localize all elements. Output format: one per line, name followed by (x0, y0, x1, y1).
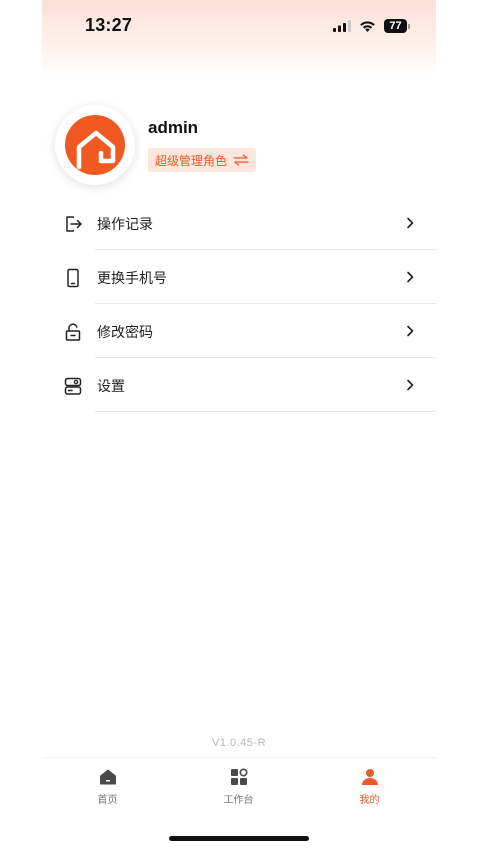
chevron-right-icon (407, 379, 414, 391)
menu-item-settings[interactable]: 设置 (42, 358, 436, 412)
house-logo-icon (76, 130, 116, 170)
tab-workbench[interactable]: 工作台 (173, 758, 304, 813)
user-icon (362, 769, 378, 785)
chevron-right-icon (407, 217, 414, 229)
menu-item-label: 设置 (97, 378, 125, 394)
battery-level: 77 (384, 19, 407, 33)
workbench-icon (231, 768, 248, 785)
divider (95, 411, 436, 412)
role-switch-badge[interactable]: 超级管理角色 (148, 148, 257, 172)
brand-logo (65, 115, 125, 175)
signal-icon (333, 20, 351, 32)
avatar[interactable] (55, 105, 135, 185)
menu-item-label: 修改密码 (97, 324, 153, 340)
home-icon (100, 769, 116, 785)
menu-item-label: 操作记录 (97, 216, 153, 232)
app-screen: 13:27 77 admin 超级管理角色 操作记录 更换手机号 修改密码 设置… (42, 0, 436, 850)
profile-header: admin 超级管理角色 (42, 100, 436, 190)
logout-icon (66, 216, 82, 232)
username: admin (148, 118, 199, 137)
settings-menu: 操作记录 更换手机号 修改密码 设置 (42, 196, 436, 412)
status-time: 13:27 (85, 15, 133, 35)
tab-home[interactable]: 首页 (42, 758, 173, 813)
menu-item-change-phone[interactable]: 更换手机号 (42, 250, 436, 304)
tab-label: 首页 (97, 795, 118, 806)
menu-item-operation-log[interactable]: 操作记录 (42, 196, 436, 250)
lock-icon (65, 323, 81, 341)
menu-item-change-password[interactable]: 修改密码 (42, 304, 436, 358)
settings-icon (64, 377, 82, 395)
status-icons: 77 (333, 17, 410, 35)
battery-icon: 77 (384, 19, 410, 33)
tab-mine[interactable]: 我的 (304, 758, 435, 813)
home-indicator[interactable] (169, 836, 309, 841)
phone-icon (67, 268, 79, 288)
chevron-right-icon (407, 271, 414, 283)
tab-label: 工作台 (223, 795, 254, 806)
app-version: V1.0.45-R (211, 737, 267, 749)
chevron-right-icon (407, 325, 414, 337)
tab-label: 我的 (359, 795, 380, 806)
switch-arrows-icon (233, 154, 249, 166)
wifi-icon (360, 21, 375, 32)
battery-tip (408, 23, 410, 29)
status-bar: 13:27 77 (42, 0, 436, 52)
menu-item-label: 更换手机号 (97, 270, 167, 286)
role-label: 超级管理角色 (155, 153, 228, 168)
bottom-tab-bar: 首页 工作台 我的 (42, 757, 436, 813)
